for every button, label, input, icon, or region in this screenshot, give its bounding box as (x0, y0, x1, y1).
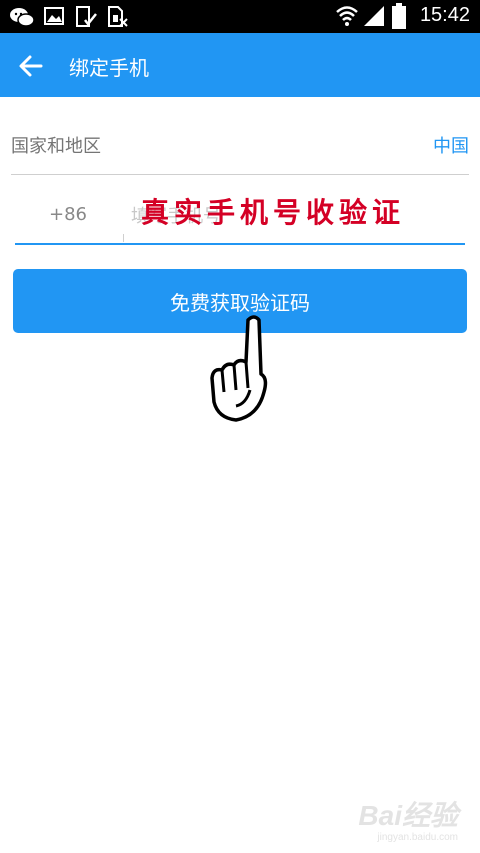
phone-check-icon (76, 6, 97, 27)
battery-icon (392, 3, 406, 29)
phone-input[interactable] (129, 198, 333, 234)
pointing-hand-icon (210, 315, 268, 422)
region-row[interactable]: 国家和地区 中国 (11, 118, 469, 175)
country-code[interactable]: +86 (49, 204, 87, 225)
status-time: 15:42 (419, 4, 470, 26)
gallery-icon (44, 7, 64, 25)
status-bar: 15:42 (0, 0, 480, 33)
signal-icon (364, 6, 384, 26)
app-bar: 绑定手机 (0, 33, 480, 97)
wifi-icon (336, 6, 358, 26)
watermark: Bai经验 jingyan.baidu.com (358, 794, 458, 843)
watermark-logo: Bai经验 (358, 800, 458, 831)
region-label: 国家和地区 (11, 136, 101, 157)
phone-divider (123, 234, 124, 242)
phone-row: +86 (15, 186, 465, 245)
sim-icon (108, 6, 128, 27)
back-arrow-icon[interactable] (14, 49, 48, 83)
region-value[interactable]: 中国 (433, 132, 469, 158)
wechat-icon (10, 8, 35, 27)
page-title: 绑定手机 (69, 56, 149, 80)
